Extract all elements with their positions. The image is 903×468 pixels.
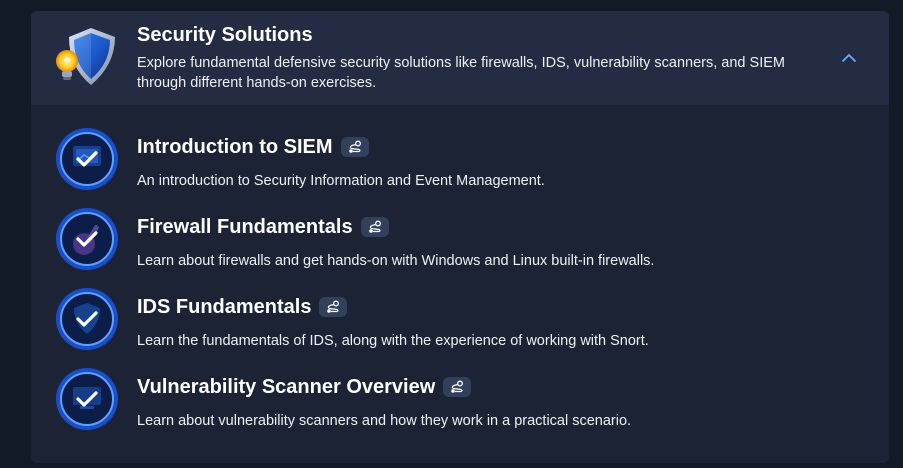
room-item-introduction-to-siem[interactable]: Introduction to SIEM An introduction to …: [31, 115, 889, 195]
completed-check-icon: [54, 126, 120, 192]
completed-check-icon: [54, 366, 120, 432]
room-item-firewall-fundamentals[interactable]: Firewall Fundamentals Learn about firewa…: [31, 195, 889, 275]
completed-check-icon: [54, 286, 120, 352]
room-item-vulnerability-scanner-overview[interactable]: Vulnerability Scanner Overview Learn abo…: [31, 355, 889, 435]
room-description: Learn about vulnerability scanners and h…: [137, 413, 632, 429]
room-title: Introduction to SIEM: [137, 135, 333, 158]
path-icon[interactable]: [360, 217, 389, 237]
shield-lightbulb-icon: [53, 25, 121, 91]
chevron-up-icon[interactable]: [837, 46, 861, 70]
room-item-ids-fundamentals[interactable]: IDS Fundamentals Learn the fundamentals …: [31, 275, 889, 355]
module-title: Security Solutions: [137, 24, 313, 46]
path-icon[interactable]: [443, 377, 472, 397]
module-header[interactable]: Security Solutions Explore fundamental d…: [31, 11, 889, 106]
room-title: Firewall Fundamentals: [137, 215, 353, 238]
room-description: Learn the fundamentals of IDS, along wit…: [137, 333, 649, 349]
module-description: Explore fundamental defensive security s…: [137, 55, 785, 91]
path-icon[interactable]: [340, 137, 369, 157]
module-card: Security Solutions Explore fundamental d…: [31, 11, 889, 463]
room-title: Vulnerability Scanner Overview: [137, 375, 436, 398]
completed-check-icon: [54, 206, 120, 272]
room-description: An introduction to Security Information …: [137, 173, 545, 189]
path-icon[interactable]: [319, 297, 348, 317]
room-description: Learn about firewalls and get hands-on w…: [137, 253, 655, 269]
room-title: IDS Fundamentals: [137, 295, 312, 318]
